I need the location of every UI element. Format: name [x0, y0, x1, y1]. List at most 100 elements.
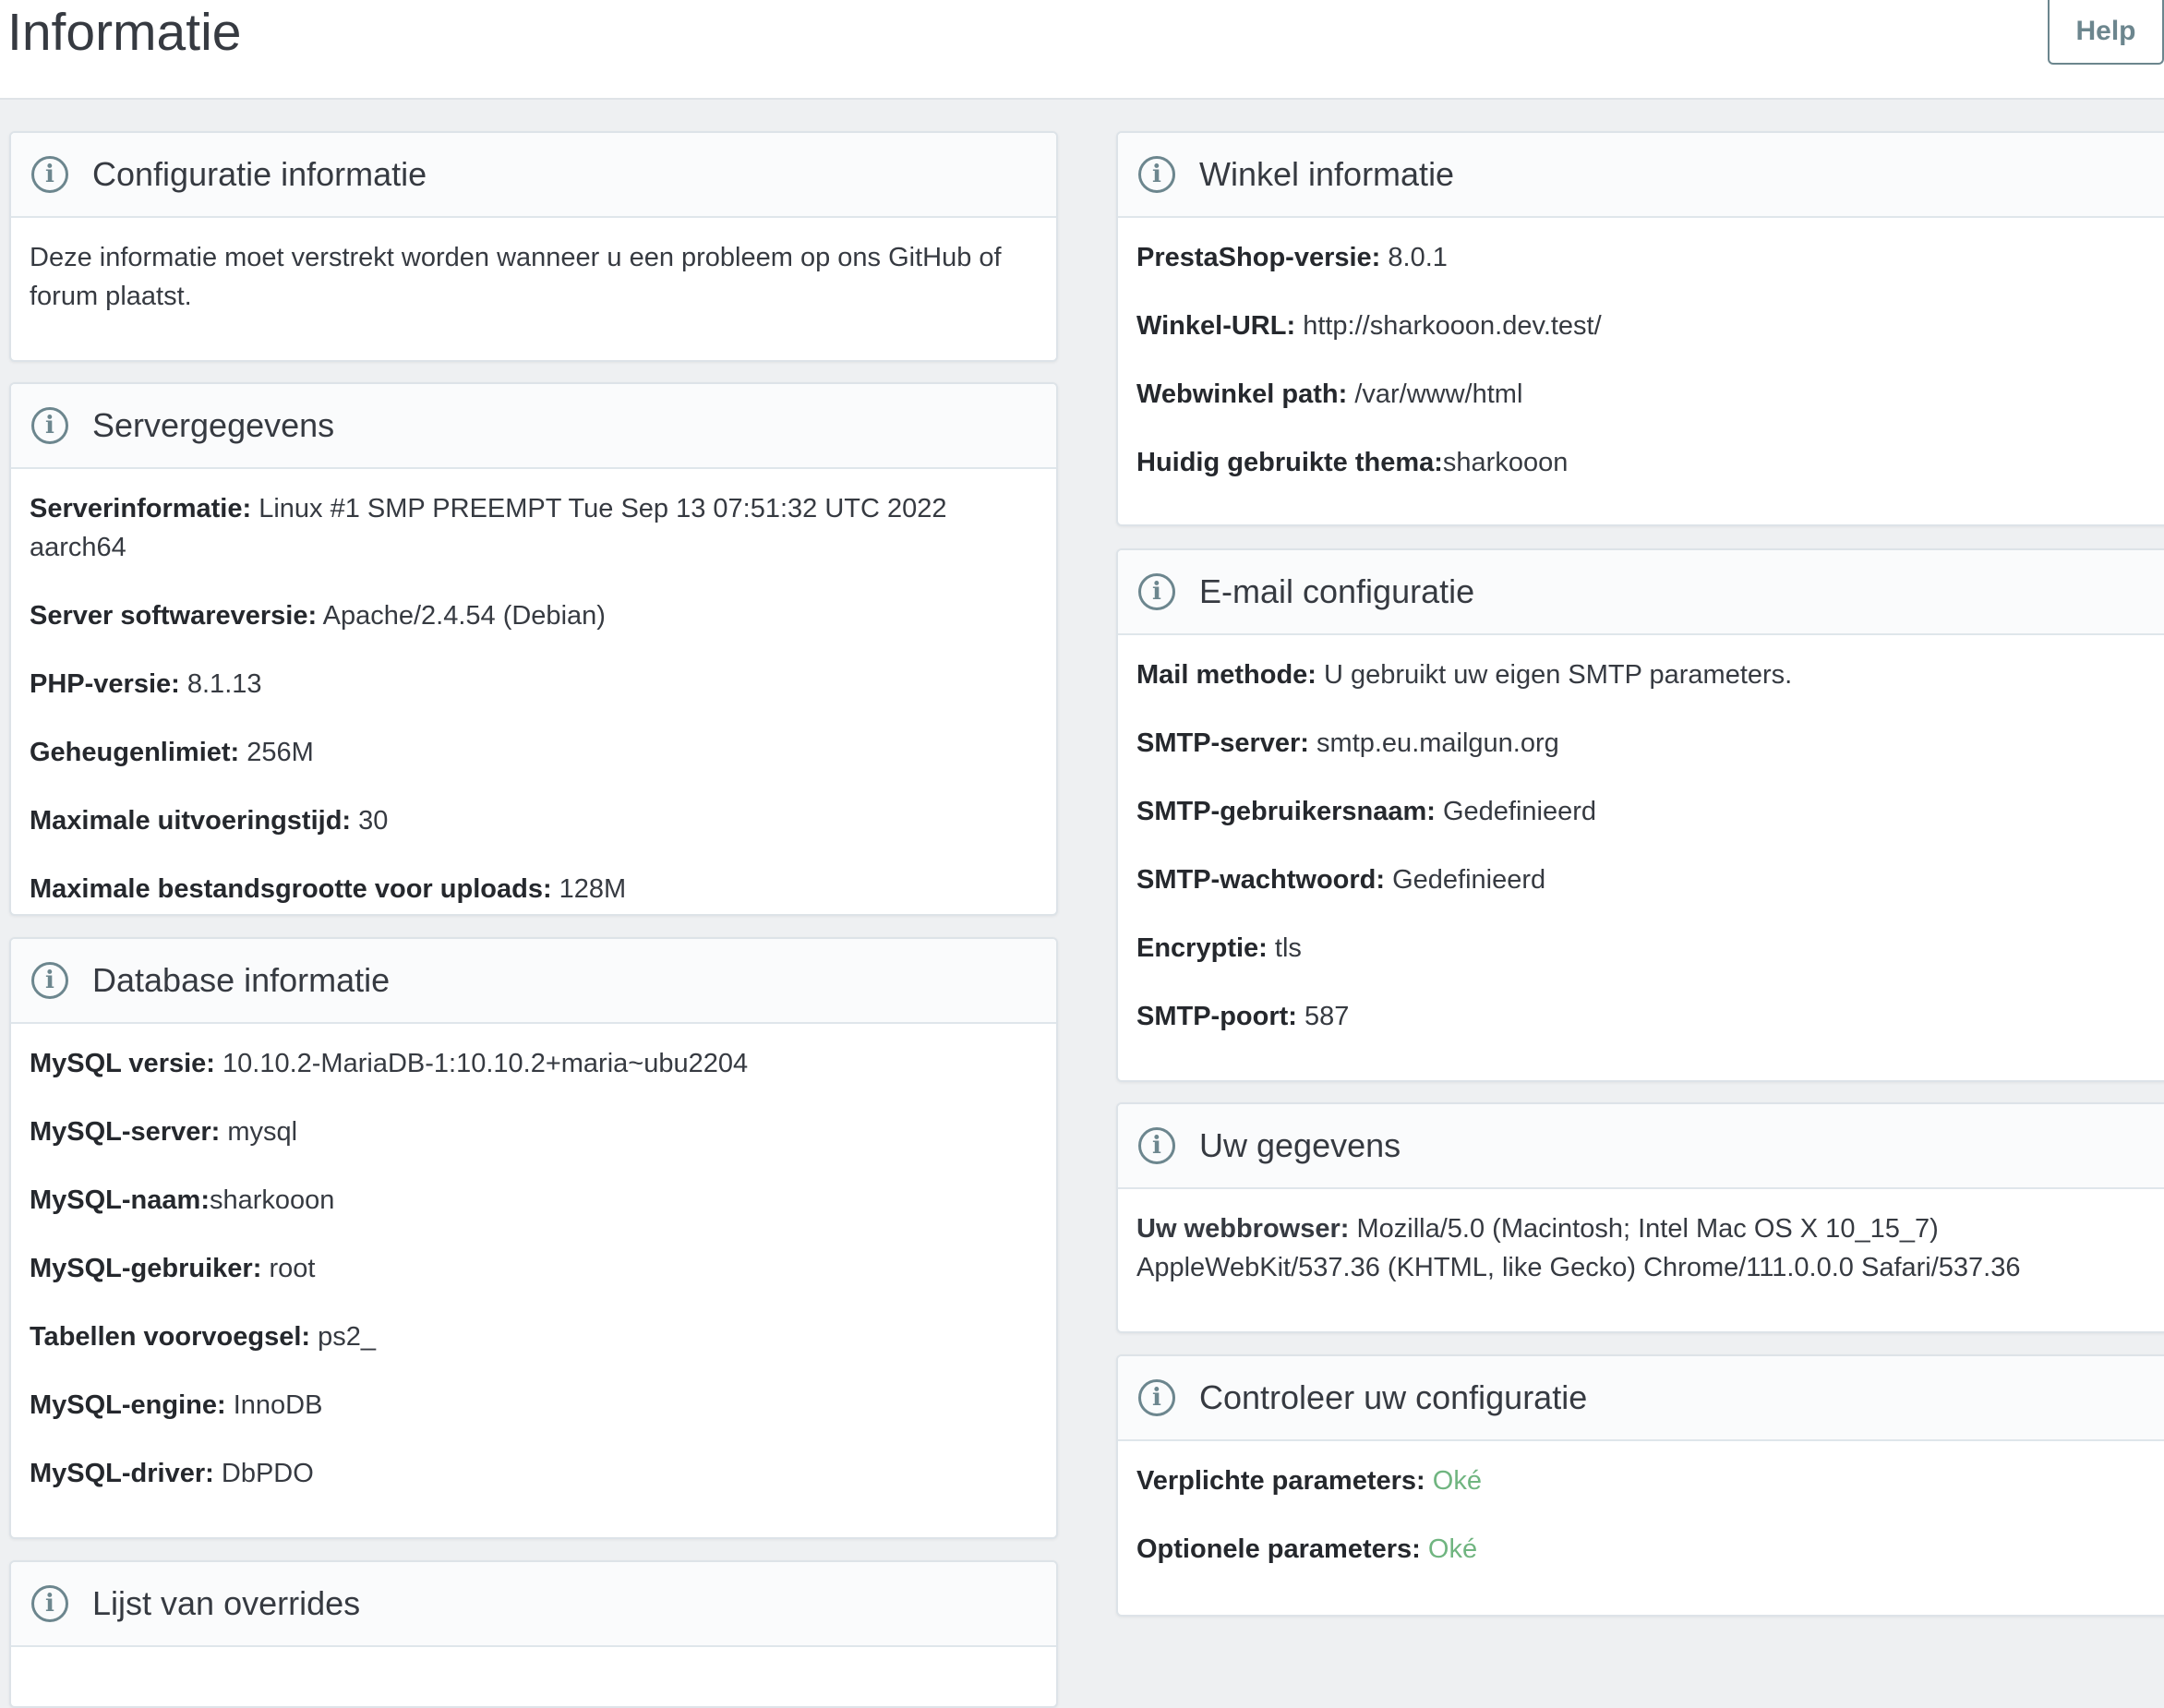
info-row: Tabellen voorvoegsel: ps2_ [30, 1317, 1038, 1356]
info-label: Mail methode: [1136, 660, 1316, 690]
info-label: MySQL-server: [30, 1117, 221, 1147]
panel-header: i Database informatie [11, 939, 1056, 1024]
panel-title: Uw gegevens [1199, 1126, 1401, 1164]
info-label: SMTP-server: [1136, 728, 1309, 758]
info-label: Maximale uitvoeringstijd: [30, 806, 352, 836]
page-header: Informatie Help [0, 0, 2164, 100]
info-value: sharkooon [1442, 448, 1569, 477]
info-value: sharkooon [209, 1185, 335, 1215]
overrides-panel: i Lijst van overrides [9, 1560, 1058, 1708]
info-circle-icon: i [1138, 1379, 1175, 1416]
info-label: Maximale bestandsgrootte voor uploads: [30, 874, 552, 904]
info-row: Maximale bestandsgrootte voor uploads: 1… [30, 870, 1038, 908]
panel-header: i Servergegevens [11, 384, 1056, 469]
info-label: SMTP-poort: [1136, 1002, 1297, 1031]
info-circle-icon: i [31, 156, 68, 193]
database-info-panel: i Database informatie MySQL versie: 10.1… [9, 937, 1058, 1539]
info-value: 256M [246, 738, 314, 767]
panel-header: i Lijst van overrides [11, 1562, 1056, 1647]
info-row: SMTP-gebruikersnaam: Gedefinieerd [1136, 792, 2158, 831]
info-value: DbPDO [221, 1459, 314, 1488]
info-label: MySQL-gebruiker: [30, 1254, 262, 1283]
info-row: SMTP-wachtwoord: Gedefinieerd [1136, 860, 2158, 899]
info-row: Maximale uitvoeringstijd: 30 [30, 801, 1038, 840]
info-label: PHP-versie: [30, 669, 180, 699]
info-row: MySQL-server: mysql [30, 1113, 1038, 1151]
info-label: MySQL-engine: [30, 1390, 226, 1420]
info-value: root [269, 1254, 316, 1283]
info-value: Gedefinieerd [1392, 865, 1546, 895]
info-value: Gedefinieerd [1442, 797, 1597, 826]
info-label: Uw webbrowser: [1136, 1214, 1350, 1244]
email-config-panel: i E-mail configuratie Mail methode: U ge… [1116, 548, 2164, 1082]
info-row: PHP-versie: 8.1.13 [30, 665, 1038, 704]
info-row: Verplichte parameters: Oké [1136, 1461, 2158, 1500]
info-label: Optionele parameters: [1136, 1534, 1421, 1564]
info-value: 30 [358, 806, 389, 836]
panel-header: i Configuratie informatie [11, 133, 1056, 218]
info-circle-icon: i [31, 407, 68, 444]
panel-title: Database informatie [92, 961, 391, 999]
info-row: Serverinformatie: Linux #1 SMP PREEMPT T… [30, 489, 1038, 567]
panel-title: Configuratie informatie [92, 155, 427, 193]
panel-title: Winkel informatie [1199, 155, 1455, 193]
info-label: Server softwareversie: [30, 601, 318, 631]
info-circle-icon: i [1138, 156, 1175, 193]
info-label: MySQL versie: [30, 1049, 215, 1078]
info-label: Verplichte parameters: [1136, 1466, 1425, 1496]
panel-header: i E-mail configuratie [1118, 550, 2164, 635]
panel-title: Lijst van overrides [92, 1584, 361, 1622]
info-row: SMTP-server: smtp.eu.mailgun.org [1136, 724, 2158, 763]
info-label: Encryptie: [1136, 933, 1268, 963]
info-label: Winkel-URL: [1136, 311, 1296, 341]
info-row: Uw webbrowser: Mozilla/5.0 (Macintosh; I… [1136, 1209, 2158, 1287]
info-label: SMTP-wachtwoord: [1136, 865, 1386, 895]
info-circle-icon: i [1138, 573, 1175, 610]
info-label: Webwinkel path: [1136, 379, 1348, 409]
user-info-panel: i Uw gegevens Uw webbrowser: Mozilla/5.0… [1116, 1102, 2164, 1333]
panel-header: i Winkel informatie [1118, 133, 2164, 218]
info-row: Mail methode: U gebruikt uw eigen SMTP p… [1136, 656, 2158, 694]
info-value: mysql [227, 1117, 298, 1147]
panel-header: i Controleer uw configuratie [1118, 1356, 2164, 1441]
info-row: MySQL-driver: DbPDO [30, 1454, 1038, 1493]
info-row: MySQL-naam:sharkooon [30, 1181, 1038, 1220]
panel-title: Servergegevens [92, 406, 335, 444]
info-value: 8.1.13 [186, 669, 262, 699]
info-label: Huidig gebruikte thema: [1136, 448, 1443, 477]
info-value: U gebruikt uw eigen SMTP parameters. [1324, 660, 1793, 690]
info-row: Server softwareversie: Apache/2.4.54 (De… [30, 596, 1038, 635]
info-row: Encryptie: tls [1136, 929, 2158, 968]
help-button[interactable]: Help [2048, 0, 2164, 65]
info-value: tls [1274, 933, 1302, 963]
info-row: Winkel-URL: http://sharkooon.dev.test/ [1136, 307, 2158, 345]
info-value: /var/www/html [1354, 379, 1523, 409]
info-label: Tabellen voorvoegsel: [30, 1322, 311, 1352]
panel-header: i Uw gegevens [1118, 1104, 2164, 1189]
info-label: Serverinformatie: [30, 494, 252, 523]
status-ok: Oké [1427, 1534, 1478, 1564]
info-row: MySQL versie: 10.10.2-MariaDB-1:10.10.2+… [30, 1044, 1038, 1083]
info-label: Geheugenlimiet: [30, 738, 240, 767]
info-circle-icon: i [1138, 1127, 1175, 1164]
info-value: smtp.eu.mailgun.org [1316, 728, 1559, 758]
info-label: MySQL-naam: [30, 1185, 210, 1215]
info-row: PrestaShop-versie: 8.0.1 [1136, 238, 2158, 277]
info-value: 587 [1304, 1002, 1350, 1031]
info-row: MySQL-engine: InnoDB [30, 1386, 1038, 1425]
panel-title: E-mail configuratie [1199, 572, 1475, 610]
info-value: Apache/2.4.54 (Debian) [322, 601, 606, 631]
info-row: Huidig gebruikte thema:sharkooon [1136, 443, 2158, 482]
status-ok: Oké [1432, 1466, 1482, 1496]
info-label: PrestaShop-versie: [1136, 243, 1381, 272]
info-circle-icon: i [31, 962, 68, 999]
info-row: MySQL-gebruiker: root [30, 1249, 1038, 1288]
info-value: 10.10.2-MariaDB-1:10.10.2+maria~ubu2204 [222, 1049, 749, 1078]
info-value: http://sharkooon.dev.test/ [1303, 311, 1602, 341]
config-check-panel: i Controleer uw configuratie Verplichte … [1116, 1354, 2164, 1617]
server-info-panel: i Servergegevens Serverinformatie: Linux… [9, 382, 1058, 916]
panel-title: Controleer uw configuratie [1199, 1378, 1588, 1416]
info-circle-icon: i [31, 1585, 68, 1622]
config-description: Deze informatie moet verstrekt worden wa… [30, 243, 1002, 311]
info-value: ps2_ [318, 1322, 376, 1352]
